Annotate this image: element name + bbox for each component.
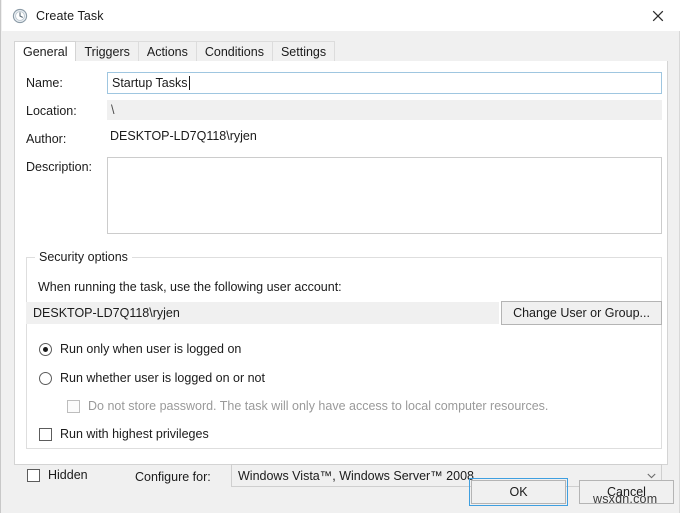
tab-strip: General Triggers Actions Conditions Sett… bbox=[14, 41, 668, 62]
description-input[interactable] bbox=[107, 157, 662, 234]
create-task-dialog: Create Task General Triggers Actions Con… bbox=[0, 0, 680, 513]
checkbox-do-not-store-password[interactable]: Do not store password. The task will onl… bbox=[67, 399, 548, 413]
checkbox-label-no-password: Do not store password. The task will onl… bbox=[88, 399, 549, 413]
author-label: Author: bbox=[26, 132, 67, 146]
tab-triggers[interactable]: Triggers bbox=[75, 41, 139, 61]
location-label: Location: bbox=[26, 104, 77, 118]
ok-button[interactable]: OK bbox=[469, 478, 568, 506]
author-value: DESKTOP-LD7Q118\ryjen bbox=[110, 129, 257, 143]
checkbox-label-hidden: Hidden bbox=[48, 468, 88, 482]
radio-indicator-whether bbox=[39, 371, 52, 385]
radio-label-whether: Run whether user is logged on or not bbox=[60, 371, 265, 385]
checkbox-hidden[interactable]: Hidden bbox=[27, 468, 88, 482]
user-account-note: When running the task, use the following… bbox=[38, 280, 342, 294]
tab-actions[interactable]: Actions bbox=[137, 41, 197, 61]
radio-run-only-when-logged-on[interactable]: Run only when user is logged on bbox=[39, 342, 241, 356]
checkbox-indicator-highest bbox=[39, 427, 52, 441]
general-tab-panel: Name: Startup Tasks Location: \ Author: … bbox=[14, 61, 668, 487]
radio-run-whether-logged-on-or-not[interactable]: Run whether user is logged on or not bbox=[39, 371, 265, 385]
description-label: Description: bbox=[26, 160, 92, 174]
clock-task-icon bbox=[12, 8, 28, 24]
window-title: Create Task bbox=[36, 8, 104, 23]
text-caret bbox=[188, 76, 190, 90]
tab-general[interactable]: General bbox=[14, 41, 77, 62]
name-label: Name: bbox=[26, 76, 63, 90]
tab-settings[interactable]: Settings bbox=[271, 41, 336, 61]
checkbox-run-with-highest-privileges[interactable]: Run with highest privileges bbox=[39, 427, 209, 441]
name-input-value: Startup Tasks bbox=[112, 76, 188, 90]
configure-for-label: Configure for: bbox=[135, 470, 211, 484]
radio-label-logged-on: Run only when user is logged on bbox=[60, 342, 242, 356]
location-value: \ bbox=[107, 100, 662, 120]
tab-conditions[interactable]: Conditions bbox=[195, 41, 273, 61]
radio-indicator-logged-on bbox=[39, 342, 52, 356]
close-icon[interactable] bbox=[636, 1, 680, 31]
title-bar: Create Task bbox=[2, 0, 680, 31]
checkbox-indicator-no-password bbox=[67, 399, 80, 413]
security-options-title: Security options bbox=[35, 250, 132, 264]
checkbox-indicator-hidden bbox=[27, 468, 40, 482]
checkbox-label-highest: Run with highest privileges bbox=[60, 427, 209, 441]
user-account-value: DESKTOP-LD7Q118\ryjen bbox=[26, 302, 499, 324]
watermark: wsxdn.com bbox=[593, 492, 658, 506]
name-input[interactable]: Startup Tasks bbox=[107, 72, 662, 94]
chevron-down-icon bbox=[641, 473, 661, 479]
change-user-or-group-button[interactable]: Change User or Group... bbox=[501, 301, 662, 325]
